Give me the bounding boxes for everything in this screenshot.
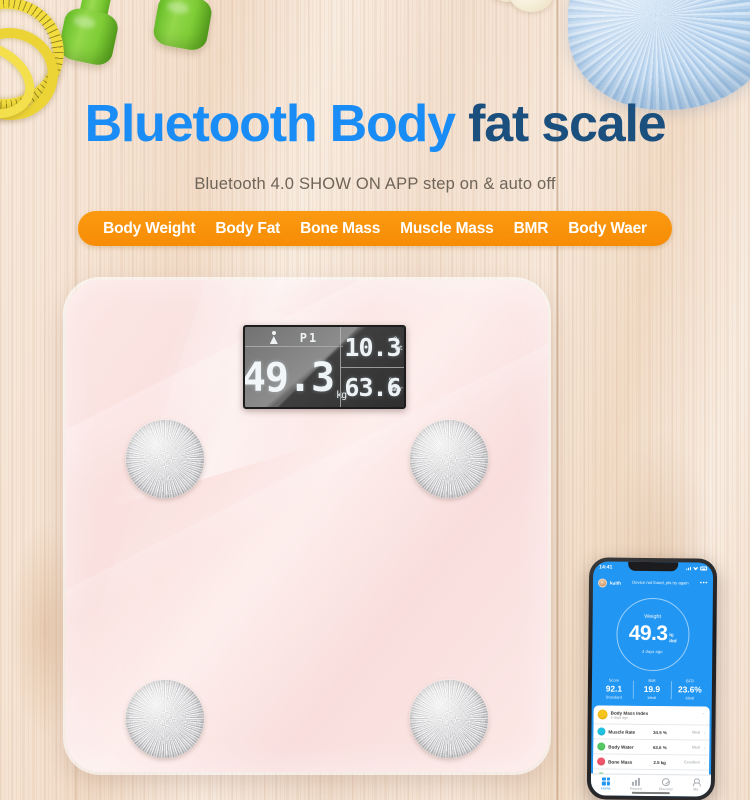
chevron-up-icon[interactable]: ⌃ — [702, 713, 706, 719]
dumbbell-right — [151, 0, 233, 53]
list-item[interactable]: Body Water 63.6 % Ideal › — [593, 739, 710, 756]
lcd-user-indicator: P1 — [299, 330, 319, 345]
person-icon — [681, 777, 711, 786]
phone-notch — [628, 561, 679, 572]
page-subtitle: Bluetooth 4.0 SHOW ON APP step on & auto… — [194, 175, 556, 193]
feature-list-bar: Body Weight Body Fat Bone Mass Muscle Ma… — [78, 211, 672, 246]
metric-name: Muscle Rate — [608, 729, 636, 735]
lcd-display: P1 49.3 kg 10.3 % fat 63.6 % water — [243, 325, 406, 409]
lcd-body-water-unit: % water — [388, 376, 403, 393]
lcd-metrics-section: 10.3 % fat 63.6 % water — [340, 327, 404, 407]
bars-icon — [621, 777, 651, 786]
weight-ring: Weight 49.3 kg ideal 4 days ago — [615, 597, 690, 671]
metric-name: Body Water — [608, 744, 634, 750]
metric-color-dot — [597, 709, 608, 720]
list-item[interactable]: Bone Mass 2.5 kg Excellent › — [593, 754, 710, 771]
stat-state: Standard — [605, 694, 622, 700]
stat-bmi[interactable]: BMI 19.9 Ideal — [633, 678, 671, 702]
chevron-right-icon[interactable]: › — [704, 760, 706, 765]
tab-label: Me — [693, 787, 699, 792]
stat-state: Ideal — [647, 694, 657, 701]
grid-icon — [591, 776, 621, 786]
tab-discover[interactable]: Discover — [651, 777, 681, 791]
weight-card-unit: kg ideal — [669, 632, 677, 643]
compass-icon — [651, 777, 681, 786]
page-title-primary: Bluetooth Body — [84, 95, 456, 153]
stat-score[interactable]: Score 92.1 Standard — [595, 677, 633, 701]
battery-icon — [700, 566, 708, 571]
phone-mockup: 14:41 kuith Device not found, pls try ag… — [586, 557, 718, 800]
body-fat-scale: P1 49.3 kg 10.3 % fat 63.6 % water — [66, 280, 548, 772]
stat-label: Score — [608, 677, 620, 683]
app-header: kuith Device not found, pls try again ••… — [593, 573, 713, 592]
stats-row: Score 92.1 Standard BMI 19.9 Ideal BFR 2… — [592, 675, 712, 706]
lcd-weight-readout: 49.3 kg — [243, 345, 347, 407]
metric-color-dot — [597, 727, 606, 736]
metric-value: 63.6 % — [652, 744, 667, 750]
metric-tag: Excellent — [684, 760, 700, 765]
list-item[interactable]: Muscle Rate 34.5 % Ideal › — [593, 724, 710, 741]
tab-me[interactable]: Me — [681, 777, 711, 791]
weight-card-label: Weight — [644, 613, 662, 621]
metric-tag: Ideal — [691, 745, 700, 750]
electrode-pad-bottom-left — [126, 680, 204, 758]
stat-value: 23.6% — [677, 684, 702, 695]
weight-card-timestamp: 4 days ago — [642, 648, 663, 655]
weight-card[interactable]: Weight 49.3 kg ideal 4 days ago — [592, 591, 713, 676]
lcd-weight-value: 49.3 — [243, 355, 335, 401]
electrode-pad-bottom-right — [410, 680, 488, 758]
wifi-icon — [693, 566, 698, 570]
lcd-body-fat-unit: % fat — [394, 335, 403, 352]
phone-screen: 14:41 kuith Device not found, pls try ag… — [590, 561, 714, 797]
status-time: 14:41 — [599, 564, 613, 571]
page-title-secondary: fat scale — [468, 95, 667, 153]
stat-value: 92.1 — [605, 683, 623, 694]
stat-label: BFR — [685, 678, 695, 684]
chevron-right-icon[interactable]: › — [704, 745, 706, 750]
metric-name: Body Mass Index 4 days ago — [611, 710, 698, 720]
tab-record[interactable]: Record — [621, 777, 651, 791]
metric-value: 2.5 kg — [653, 759, 666, 765]
device-status-message[interactable]: Device not found, pls try again — [624, 580, 697, 586]
metric-name: Bone Mass — [608, 759, 633, 765]
weight-card-value: 49.3 kg ideal — [628, 621, 677, 646]
metric-value: 34.5 % — [653, 729, 667, 735]
feature-item-body-weight: Body Weight — [103, 219, 196, 237]
feature-item-bone-mass: Bone Mass — [300, 219, 381, 237]
electrode-pad-top-right — [410, 420, 488, 498]
metric-timestamp: 4 days ago — [610, 715, 629, 720]
feature-item-muscle-mass: Muscle Mass — [400, 219, 494, 237]
tab-home[interactable]: Home — [591, 776, 621, 791]
more-options-icon[interactable]: ••• — [700, 580, 708, 586]
feature-item-body-fat: Body Fat — [215, 219, 281, 237]
tab-label: Discover — [658, 787, 673, 792]
stat-value: 19.9 — [643, 683, 661, 695]
lcd-body-water-readout: 63.6 % water — [341, 367, 404, 407]
stat-label: BMI — [648, 677, 656, 684]
chevron-right-icon[interactable]: › — [704, 730, 706, 735]
person-icon — [270, 331, 278, 344]
stat-bfr[interactable]: BFR 23.6% Ideal — [671, 678, 709, 702]
feature-item-bmr: BMR — [513, 219, 549, 237]
feature-item-body-water: Body Waer — [568, 219, 647, 237]
signal-icon — [686, 566, 691, 570]
tab-label: Record — [630, 786, 642, 791]
avatar[interactable] — [597, 577, 608, 588]
tab-label: Home — [601, 786, 611, 791]
electrode-pad-top-left — [126, 420, 204, 498]
page-title: Bluetooth Body fat scale — [0, 98, 750, 150]
lcd-body-fat-value: 10.3 — [344, 332, 401, 362]
lcd-weight-section: P1 49.3 kg — [243, 327, 347, 407]
product-banner: Bluetooth Body fat scale Bluetooth 4.0 S… — [0, 0, 750, 800]
lcd-body-fat-readout: 10.3 % fat — [341, 327, 404, 367]
stat-state: Ideal — [685, 695, 695, 701]
metric-color-dot — [597, 757, 606, 766]
list-item[interactable]: Body Mass Index 4 days ago ⌃ — [593, 705, 710, 726]
user-name: kuith — [609, 580, 622, 586]
metrics-list: Body Mass Index 4 days ago ⌃ Muscle Rate… — [593, 705, 710, 775]
metric-color-dot — [597, 742, 606, 751]
metric-tag: Ideal — [691, 730, 700, 735]
